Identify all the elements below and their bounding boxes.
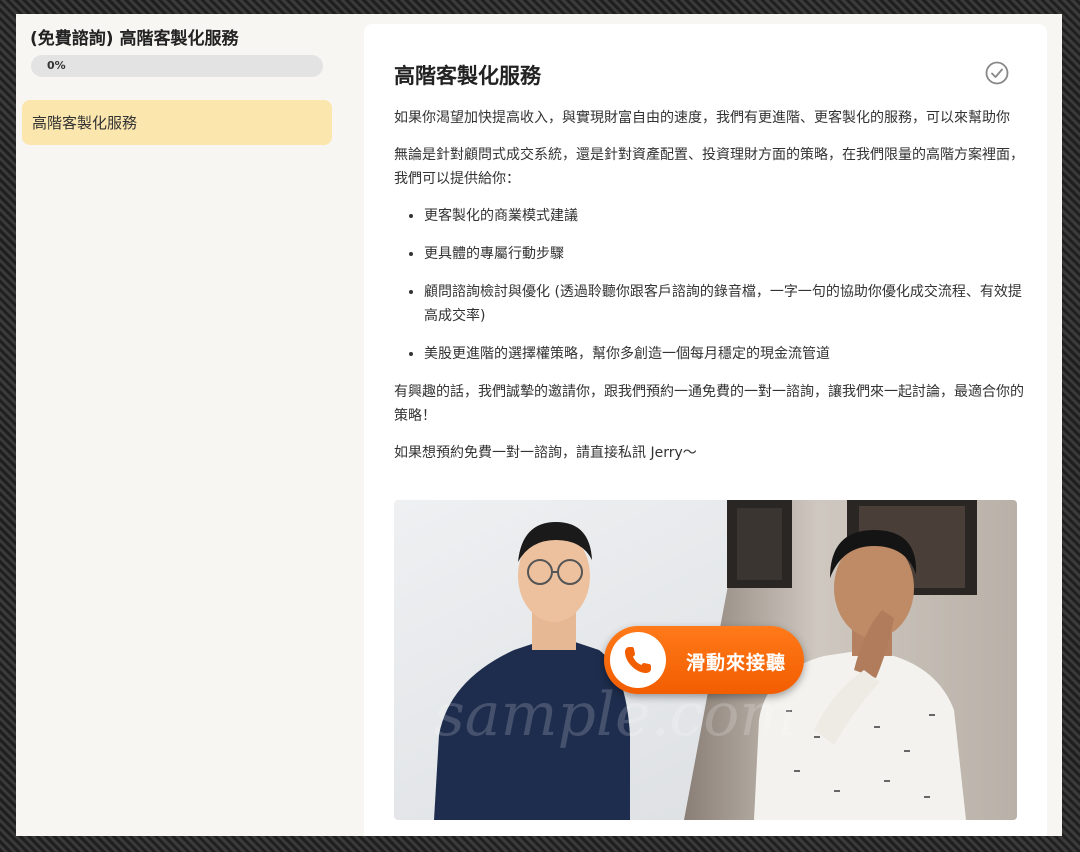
phone-icon-badge [610, 632, 666, 688]
phone-icon [625, 647, 651, 673]
lesson-content: 高階客製化服務 如果你渴望加快提高收入，與實現財富自由的速度，我們有更進階、更客… [364, 24, 1047, 836]
benefits-list: 更客製化的商業模式建議 更具體的專屬行動步驟 顧問諮詢檢討與優化 (透過聆聽你跟… [394, 204, 1024, 366]
list-item: 顧問諮詢檢討與優化 (透過聆聽你跟客戶諮詢的錄音檔，一字一句的協助你優化成交流程… [424, 280, 1024, 328]
list-item: 更具體的專屬行動步驟 [424, 242, 1024, 266]
lesson-body: 如果你渴望加快提高收入，與實現財富自由的速度，我們有更進階、更客製化的服務，可以… [394, 106, 1024, 478]
invite-paragraph: 有興趣的話，我們誠摯的邀請你，跟我們預約一通免費的一對一諮詢，讓我們來一起討論，… [394, 384, 1024, 424]
list-item: 美股更進階的選擇權策略，幫你多創造一個每月穩定的現金流管道 [424, 342, 1024, 366]
contact-paragraph: 如果想預約免費一對一諮詢，請直接私訊 Jerry～ [394, 445, 697, 461]
course-sidebar: (免費諮詢) 高階客製化服務 0% 高階客製化服務 [16, 14, 356, 836]
scope-paragraph: 無論是針對顧問式成交系統，還是針對資產配置、投資理財方面的策略，在我們限量的高階… [394, 147, 1024, 187]
sidebar-item-lesson[interactable]: 高階客製化服務 [22, 100, 332, 145]
lesson-title: 高階客製化服務 [394, 64, 541, 88]
course-title: (免費諮詢) 高階客製化服務 [30, 29, 239, 49]
check-circle-icon[interactable] [984, 60, 1010, 86]
consultation-banner-image: sample.com 滑動來接聽 [394, 500, 1017, 820]
course-progress-bar: 0% [31, 55, 323, 77]
course-window: (免費諮詢) 高階客製化服務 0% 高階客製化服務 高階客製化服務 如果你渴望加… [16, 14, 1062, 836]
list-item: 更客製化的商業模式建議 [424, 204, 1024, 228]
progress-label: 0% [47, 59, 66, 72]
intro-paragraph: 如果你渴望加快提高收入，與實現財富自由的速度，我們有更進階、更客製化的服務，可以… [394, 110, 1010, 126]
slide-to-answer-button: 滑動來接聽 [604, 626, 804, 694]
call-text: 滑動來接聽 [686, 652, 787, 674]
